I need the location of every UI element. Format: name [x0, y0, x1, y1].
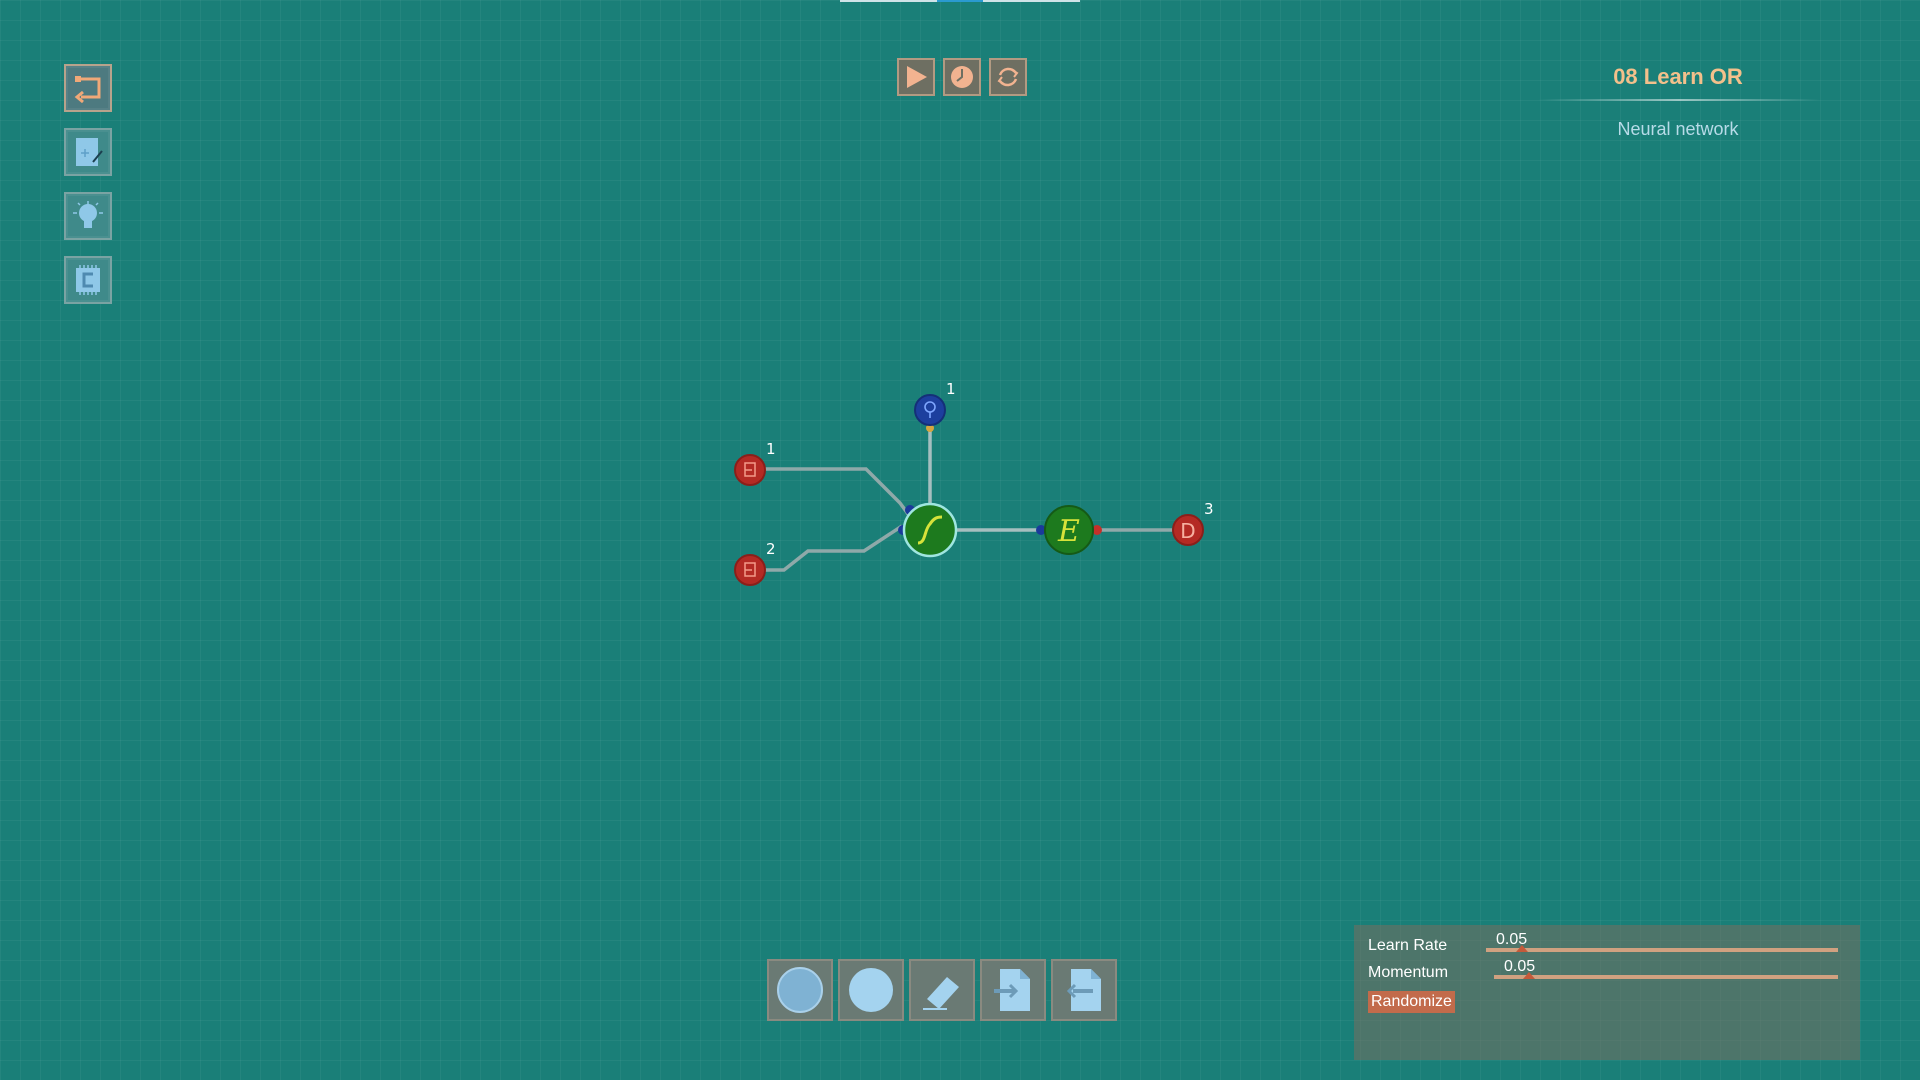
input-node-2[interactable]: 2: [734, 540, 776, 586]
bias-ball-icon: [849, 968, 893, 1012]
learn-rate-slider[interactable]: [1486, 948, 1838, 952]
momentum-slider[interactable]: [1494, 975, 1838, 979]
connection-input2-sigmoid: [762, 524, 903, 572]
training-settings-panel: Learn Rate 0.05 Momentum 0.05 Randomize: [1354, 925, 1860, 1060]
momentum-slider-handle[interactable]: [1523, 972, 1536, 979]
error-sum-icon: E: [1057, 514, 1080, 549]
bias-node[interactable]: 1: [914, 380, 956, 426]
output-node[interactable]: D 3: [1172, 500, 1214, 546]
input-node-1[interactable]: 1: [734, 440, 776, 486]
connection-input1-sigmoid: [762, 467, 916, 524]
output-node-label: 3: [1204, 500, 1214, 518]
bias-node-label: 1: [946, 380, 956, 398]
sigmoid-neuron-node[interactable]: [902, 502, 958, 558]
output-doc-icon: [1066, 969, 1101, 1011]
input-doc-icon: [994, 969, 1030, 1011]
network-canvas[interactable]: 1 1 2 E D 3: [0, 0, 1920, 1080]
eraser-icon: [923, 977, 959, 1010]
input-node-2-label: 2: [766, 540, 776, 558]
node-palette: [767, 959, 1117, 1021]
learn-rate-slider-handle[interactable]: [1515, 945, 1528, 952]
error-node[interactable]: E: [1044, 505, 1094, 555]
palette-output-button[interactable]: [1051, 959, 1117, 1021]
palette-bias-button[interactable]: [838, 959, 904, 1021]
momentum-label: Momentum: [1368, 964, 1449, 981]
palette-neuron-button[interactable]: [767, 959, 833, 1021]
palette-input-button[interactable]: [980, 959, 1046, 1021]
randomize-button[interactable]: Randomize: [1368, 991, 1455, 1013]
learn-rate-label: Learn Rate: [1368, 937, 1448, 954]
neuron-ball-icon: [777, 967, 823, 1013]
output-icon: D: [1180, 519, 1195, 543]
palette-eraser-button[interactable]: [909, 959, 975, 1021]
input-node-1-label: 1: [766, 440, 776, 458]
